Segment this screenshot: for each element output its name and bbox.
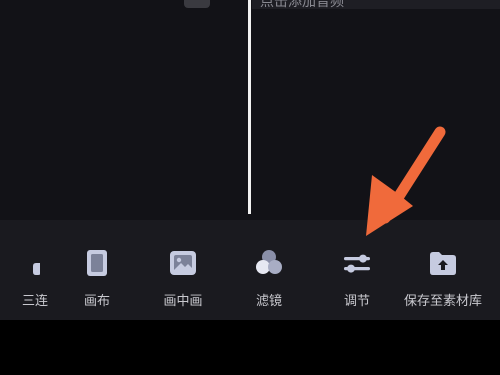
annotation-arrow-icon bbox=[366, 126, 446, 236]
editor-screen: 点击添加音频 三连 画布 画中画 滤镜 调节 保存至素材库 bbox=[0, 0, 500, 375]
